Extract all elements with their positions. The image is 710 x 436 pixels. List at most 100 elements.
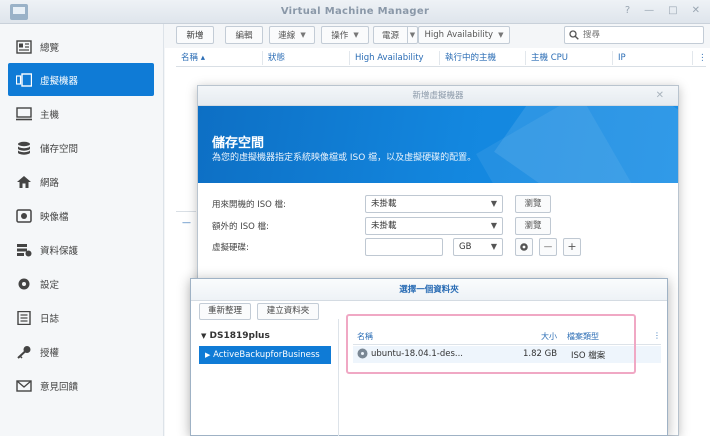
column-header-ip[interactable]: IP bbox=[613, 51, 693, 65]
power-dropdown-button[interactable]: ▼ bbox=[407, 26, 418, 44]
sidebar-item-data-protection[interactable]: 資料保護 bbox=[8, 233, 154, 266]
column-header-ha[interactable]: High Availability bbox=[350, 51, 440, 65]
title-bar: Virtual Machine Manager ? — □ ✕ bbox=[0, 0, 710, 24]
virtual-disk-label: 虛擬硬碟: bbox=[212, 243, 249, 253]
help-button[interactable]: ? bbox=[625, 5, 630, 16]
dialog-title: 新增虛擬機器 bbox=[412, 91, 464, 101]
boot-iso-label: 用來開機的 ISO 檔: bbox=[212, 200, 286, 210]
maximize-button[interactable]: □ bbox=[668, 5, 677, 16]
extra-iso-row: 額外的 ISO 檔: 未掛載 ▼ 瀏覽 bbox=[212, 217, 672, 235]
disk-settings-button[interactable] bbox=[515, 238, 533, 256]
panel-divider bbox=[338, 319, 339, 436]
window-controls: ? — □ ✕ bbox=[625, 5, 700, 16]
sidebar-item-label: 授權 bbox=[40, 347, 60, 359]
banner-description: 為您的虛擬機器指定系統映像檔或 ISO 檔，以及虛擬硬碟的配置。 bbox=[212, 153, 477, 163]
edit-button-label: 編輯 bbox=[235, 31, 253, 41]
ha-button[interactable]: High Availability ▼ bbox=[418, 26, 510, 44]
sidebar-item-settings[interactable]: 設定 bbox=[8, 267, 154, 300]
new-button[interactable]: 新增 bbox=[176, 26, 214, 44]
sidebar-item-network[interactable]: 網路 bbox=[8, 165, 154, 198]
extra-iso-select[interactable]: 未掛載 ▼ bbox=[365, 217, 503, 235]
search-input[interactable] bbox=[583, 30, 693, 40]
minimize-button[interactable]: — bbox=[644, 5, 654, 16]
sidebar-item-license[interactable]: 授權 bbox=[8, 335, 154, 368]
gear-icon bbox=[520, 243, 528, 251]
sidebar-item-feedback[interactable]: 意見回饋 bbox=[8, 369, 154, 402]
sidebar: 總覽 虛擬機器 主機 儲存空間 網路 映像檔 資料保護 設定 日誌 授權 意見回… bbox=[0, 24, 164, 436]
host-icon bbox=[16, 106, 32, 121]
column-header-status[interactable]: 狀態 bbox=[263, 51, 350, 65]
chevron-down-icon: ▼ bbox=[409, 31, 416, 39]
sidebar-item-label: 日誌 bbox=[40, 313, 60, 325]
sidebar-item-label: 資料保護 bbox=[40, 245, 79, 257]
chevron-down-icon: ▼ bbox=[490, 242, 497, 251]
tree-expand-icon[interactable]: ▼ bbox=[201, 332, 206, 340]
boot-iso-value: 未掛載 bbox=[371, 199, 397, 209]
column-options-icon[interactable]: ⋮ bbox=[653, 331, 661, 340]
chevron-down-icon: ▼ bbox=[353, 31, 359, 39]
power-button[interactable]: 電源 bbox=[373, 26, 407, 44]
column-options-icon[interactable]: ⋮ bbox=[693, 51, 707, 65]
sidebar-item-overview[interactable]: 總覽 bbox=[8, 30, 154, 63]
close-button[interactable]: ✕ bbox=[692, 5, 700, 16]
connect-button[interactable]: 連線 ▼ bbox=[269, 26, 315, 44]
collapsed-row-indicator: — bbox=[176, 211, 196, 233]
vm-table-header: 名稱 ▴ 狀態 High Availability 執行中的主機 主機 CPU … bbox=[176, 51, 707, 67]
sidebar-item-host[interactable]: 主機 bbox=[8, 97, 154, 130]
sidebar-item-label: 總覽 bbox=[40, 42, 60, 54]
connect-button-label: 連線 bbox=[278, 31, 296, 41]
image-icon bbox=[16, 208, 32, 223]
window-title: Virtual Machine Manager bbox=[280, 6, 430, 17]
tree-root-node[interactable]: ▼ DS1819plus bbox=[201, 331, 270, 341]
boot-iso-row: 用來開機的 ISO 檔: 未掛載 ▼ 瀏覽 bbox=[212, 195, 672, 213]
disk-size-input[interactable] bbox=[365, 238, 443, 256]
sidebar-item-label: 意見回饋 bbox=[40, 381, 79, 393]
sidebar-item-label: 虛擬機器 bbox=[40, 75, 79, 87]
mail-icon bbox=[16, 379, 32, 393]
new-folder-button[interactable]: 建立資料夾 bbox=[257, 303, 319, 320]
chevron-down-icon: ▼ bbox=[490, 199, 497, 208]
column-header-running-host[interactable]: 執行中的主機 bbox=[440, 51, 526, 65]
refresh-button[interactable]: 重新整理 bbox=[199, 303, 251, 320]
storage-icon bbox=[16, 141, 32, 155]
dialog-banner: 儲存空間 為您的虛擬機器指定系統映像檔或 ISO 檔，以及虛擬硬碟的配置。 bbox=[198, 106, 678, 183]
sidebar-item-storage[interactable]: 儲存空間 bbox=[8, 131, 154, 164]
new-button-label: 新增 bbox=[186, 31, 204, 41]
banner-title: 儲存空間 bbox=[212, 136, 265, 151]
action-button-label: 操作 bbox=[331, 31, 349, 41]
action-button[interactable]: 操作 ▼ bbox=[321, 26, 369, 44]
sidebar-item-label: 映像檔 bbox=[40, 211, 69, 223]
power-button-label: 電源 bbox=[381, 31, 399, 41]
sidebar-item-log[interactable]: 日誌 bbox=[8, 301, 154, 334]
data-protection-icon bbox=[16, 243, 32, 257]
boot-iso-select[interactable]: 未掛載 ▼ bbox=[365, 195, 503, 213]
search-icon bbox=[569, 30, 579, 40]
sidebar-item-vm[interactable]: 虛擬機器 bbox=[8, 63, 154, 96]
sidebar-item-label: 網路 bbox=[40, 177, 60, 189]
browse-button[interactable]: 瀏覽 bbox=[515, 217, 551, 235]
dialog-title-bar: 新增虛擬機器 ✕ bbox=[198, 86, 678, 106]
folder-dialog-title: 選擇一個資料夾 bbox=[191, 279, 667, 301]
disk-unit-select[interactable]: GB ▼ bbox=[453, 238, 503, 256]
column-header-host-cpu[interactable]: 主機 CPU bbox=[526, 51, 613, 65]
ha-button-label: High Availability bbox=[424, 30, 494, 40]
network-icon bbox=[16, 175, 32, 189]
tree-selected-folder[interactable]: ▶ ActiveBackupforBusiness bbox=[199, 346, 331, 364]
sidebar-item-label: 設定 bbox=[40, 279, 60, 291]
tree-collapse-icon: ▶ bbox=[205, 351, 211, 359]
annotation-highlight bbox=[346, 314, 636, 374]
column-header-name[interactable]: 名稱 ▴ bbox=[176, 51, 263, 65]
vm-icon bbox=[16, 72, 32, 87]
sidebar-item-label: 儲存空間 bbox=[40, 143, 79, 155]
edit-button[interactable]: 編輯 bbox=[225, 26, 263, 44]
sidebar-item-label: 主機 bbox=[40, 109, 60, 121]
browse-button[interactable]: 瀏覽 bbox=[515, 195, 551, 213]
add-disk-button[interactable]: + bbox=[563, 238, 581, 256]
disk-unit-value: GB bbox=[459, 242, 472, 252]
remove-disk-button[interactable]: — bbox=[539, 238, 557, 256]
sidebar-item-image[interactable]: 映像檔 bbox=[8, 199, 154, 232]
close-icon[interactable]: ✕ bbox=[656, 86, 664, 106]
overview-icon bbox=[16, 39, 32, 54]
extra-iso-label: 額外的 ISO 檔: bbox=[212, 222, 269, 232]
search-box[interactable] bbox=[564, 26, 704, 44]
